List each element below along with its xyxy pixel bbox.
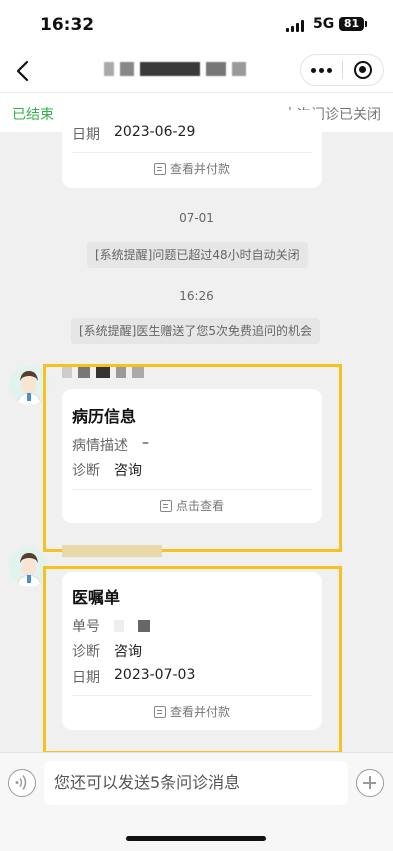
doctor-name-redacted: [62, 545, 162, 557]
status-label: 已结束: [12, 107, 54, 123]
home-area: [0, 814, 393, 851]
status-time: 16:32: [40, 15, 95, 35]
date-label: 日期: [72, 127, 100, 143]
status-bar: 16:32 5G 81: [0, 0, 393, 50]
mini-program-capsule: [300, 54, 384, 86]
timestamp: 07-01: [179, 211, 214, 225]
back-icon[interactable]: [14, 59, 34, 83]
message-input[interactable]: 您还可以发送5条问诊消息: [44, 761, 348, 805]
home-indicator[interactable]: [126, 836, 266, 841]
timestamp: 16:26: [179, 289, 214, 303]
system-message: [系统提醒]医生赠送了您5次免费追问的机会: [71, 318, 320, 344]
bill-icon: [153, 162, 166, 175]
highlight-box: [43, 566, 342, 754]
prescription-card-previous: 日期 2023-06-29 查看并付款: [62, 110, 322, 188]
view-and-pay-button[interactable]: 查看并付款: [62, 160, 322, 177]
input-bar: 您还可以发送5条问诊消息: [0, 752, 393, 814]
voice-icon[interactable]: [8, 769, 36, 797]
view-and-pay-label: 查看并付款: [169, 162, 230, 176]
signal-icon: [286, 20, 304, 32]
highlight-box: [43, 364, 342, 552]
network-type: 5G: [313, 16, 335, 32]
more-icon[interactable]: [301, 67, 342, 73]
date-value: 2023-06-29: [114, 124, 196, 140]
page-title-redacted: [104, 62, 246, 76]
plus-icon[interactable]: [356, 769, 384, 797]
battery-icon: 81: [339, 17, 367, 31]
date-row: 日期 2023-06-29: [72, 124, 195, 144]
target-icon[interactable]: [342, 61, 383, 79]
system-message: [系统提醒]问题已超过48小时自动关闭: [87, 242, 308, 268]
nav-bar: [0, 50, 393, 92]
